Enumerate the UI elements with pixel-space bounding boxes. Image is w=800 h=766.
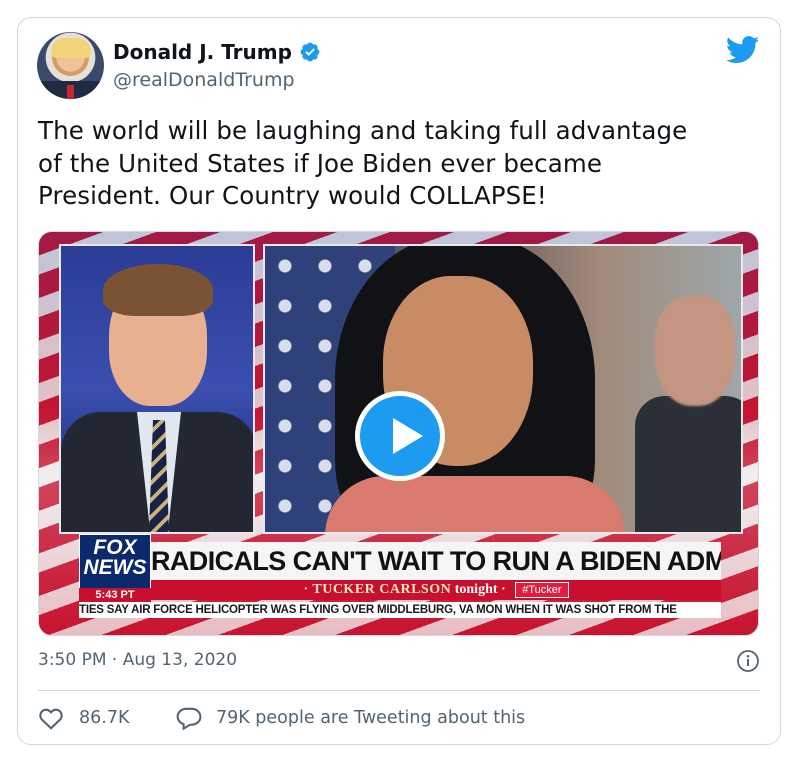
program-name: · TUCKER CARLSON xyxy=(303,582,452,597)
background-person-face xyxy=(655,296,735,406)
logo-line-2: NEWS xyxy=(83,556,147,579)
broadcast-clock: 5:43 PT xyxy=(79,588,151,602)
like-count[interactable]: 86.7K xyxy=(79,706,129,730)
program-suffix: tonight · xyxy=(454,582,506,597)
hashtag-badge: #Tucker xyxy=(515,581,569,598)
info-icon[interactable] xyxy=(736,649,760,673)
heart-icon[interactable] xyxy=(38,706,64,730)
video-right-panel xyxy=(263,244,743,534)
logo-line-1: FOX xyxy=(93,536,137,559)
avatar-tie xyxy=(67,85,74,99)
tweet-text-line: The world will be laughing and taking fu… xyxy=(38,116,688,145)
author-name[interactable]: Donald J. Trump xyxy=(113,40,292,64)
author-handle[interactable]: @realDonaldTrump xyxy=(113,68,295,92)
chyron-program: · TUCKER CARLSON tonight · #Tucker xyxy=(151,580,721,600)
host-hair xyxy=(103,264,213,316)
speech-bubble-icon[interactable] xyxy=(176,706,202,730)
chyron-headline: RADICALS CAN'T WAIT TO RUN A BIDEN ADMIN… xyxy=(151,542,721,580)
avatar-hair xyxy=(51,38,91,58)
video-left-panel xyxy=(59,244,255,534)
avatar[interactable] xyxy=(37,32,104,99)
play-icon[interactable] xyxy=(355,391,445,481)
fox-news-logo: FOX NEWS xyxy=(79,534,151,590)
tweet-timestamp[interactable]: 3:50 PM · Aug 13, 2020 xyxy=(38,648,237,672)
twitter-bird-icon[interactable] xyxy=(726,36,760,64)
tweet-text: The world will be laughing and taking fu… xyxy=(38,115,758,213)
divider xyxy=(38,690,760,691)
verified-badge-icon xyxy=(300,42,320,62)
tweeting-count[interactable]: 79K people are Tweeting about this xyxy=(216,706,525,730)
subject-body xyxy=(325,476,625,532)
background-person-suit xyxy=(635,396,741,532)
tweet-text-line: President. Our Country would COLLAPSE! xyxy=(38,181,547,210)
news-ticker: TIES SAY AIR FORCE HELICOPTER WAS FLYING… xyxy=(79,602,721,618)
tweet-text-line: of the United States if Joe Biden ever b… xyxy=(38,148,602,178)
